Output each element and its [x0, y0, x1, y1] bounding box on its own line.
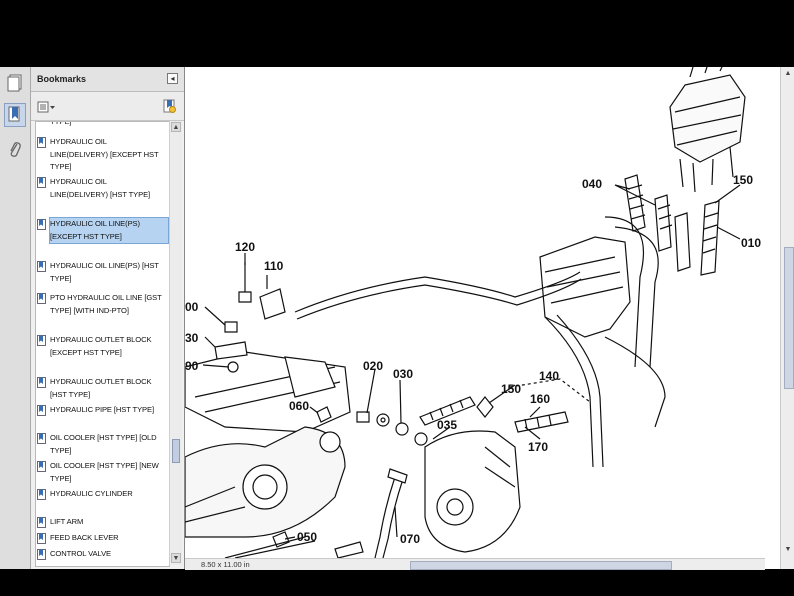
bookmark-page-icon [37, 219, 46, 230]
bookmark-item[interactable]: HYDRAULIC OUTLET BLOCK [HST TYPE] [50, 376, 168, 401]
bookmark-label: OIL COOLER [HST TYPE] [OLD TYPE] [50, 432, 168, 457]
callout-100: 00 [185, 300, 199, 314]
scrollbar-thumb[interactable] [172, 439, 180, 463]
bookmark-item[interactable]: HYDRAULIC PIPE [HST TYPE] [50, 404, 168, 417]
pages-icon[interactable] [4, 71, 26, 95]
callout-070: 070 [400, 532, 420, 546]
bookmark-label: HYDRAULIC OIL LINE(PS) [EXCEPT HST TYPE] [50, 218, 168, 243]
bookmark-label: HYDRAULIC OIL LINE(DELIVERY) [HST TYPE] [50, 176, 168, 201]
bookmark-label: HYDRAULIC OIL LINE(PS) [HST TYPE] [50, 260, 168, 285]
bookmark-page-icon [37, 137, 46, 148]
panel-header: Bookmarks ◂ [31, 67, 184, 92]
bookmarks-panel: Bookmarks ◂ TYPE] HYDRAULIC OIL LINE(DELI… [31, 67, 185, 569]
bookmark-label: FEED BACK LEVER [50, 532, 168, 545]
callout-160: 160 [530, 392, 550, 406]
callout-170: 170 [528, 440, 548, 454]
callout-020: 020 [363, 359, 383, 373]
callout-140: 140 [539, 369, 559, 383]
vertical-scrollbar[interactable]: ▲ ▼ [780, 67, 794, 569]
bookmark-label: HYDRAULIC OIL LINE(DELIVERY) [EXCEPT HST… [50, 136, 168, 174]
bookmark-ribbon-icon[interactable] [4, 103, 26, 127]
bookmark-label: OIL COOLER [HST TYPE] [NEW TYPE] [50, 460, 168, 485]
scroll-down-arrow-icon[interactable]: ▼ [171, 553, 181, 563]
bookmark-page-icon [37, 489, 46, 500]
bookmark-item[interactable]: HYDRAULIC CYLINDER [50, 488, 168, 501]
paperclip-icon[interactable] [4, 137, 26, 161]
panel-title: Bookmarks [37, 74, 86, 84]
bookmark-label: HYDRAULIC OUTLET BLOCK [HST TYPE] [50, 376, 168, 401]
bookmark-item[interactable]: FEED BACK LEVER [50, 532, 168, 545]
bookmark-item[interactable]: LIFT ARM [50, 516, 168, 529]
callout-030: 030 [393, 367, 413, 381]
parts-diagram: 040 150 010 120 110 00 30 90 020 030 140… [185, 67, 794, 558]
callout-150-mid: 150 [501, 382, 521, 396]
bookmark-label: TYPE] [50, 121, 168, 129]
callout-060: 060 [289, 399, 309, 413]
bookmark-item[interactable]: HYDRAULIC OIL LINE(DELIVERY) [HST TYPE] [50, 176, 168, 201]
bookmark-label: HYDRAULIC OUTLET BLOCK [EXCEPT HST TYPE] [50, 334, 168, 359]
callout-120: 120 [235, 240, 255, 254]
document-page[interactable]: 040 150 010 120 110 00 30 90 020 030 140… [185, 67, 794, 569]
bookmark-item[interactable]: PTO HYDRAULIC OIL LINE [GST TYPE] [WITH … [50, 292, 168, 317]
bookmark-page-icon [37, 177, 46, 188]
bookmark-list-scrollbar[interactable]: ▲ ▼ [169, 121, 182, 565]
horizontal-scrollbar[interactable]: 8.50 x 11.00 in [185, 558, 765, 570]
navigation-pane-strip [0, 67, 31, 569]
bookmark-page-icon [37, 293, 46, 304]
pdf-viewer-window: Bookmarks ◂ TYPE] HYDRAULIC OIL LINE(DELI… [0, 67, 794, 569]
callout-040: 040 [582, 177, 602, 191]
bookmark-item[interactable]: CONTROL VALVE [50, 548, 168, 561]
callout-150-top: 150 [733, 173, 753, 187]
bookmark-item[interactable]: HYDRAULIC OIL LINE(PS) [EXCEPT HST TYPE] [50, 218, 168, 243]
bookmark-item[interactable]: HYDRAULIC OIL LINE(PS) [HST TYPE] [50, 260, 168, 285]
bookmark-item[interactable]: HYDRAULIC OIL LINE(DELIVERY) [EXCEPT HST… [50, 136, 168, 174]
bookmark-item[interactable]: TYPE] [50, 121, 168, 129]
bookmark-page-icon [37, 461, 46, 472]
bookmark-page-icon [37, 335, 46, 346]
callout-080: 30 [185, 331, 199, 345]
bookmark-list[interactable]: TYPE] HYDRAULIC OIL LINE(DELIVERY) [EXCEP… [35, 121, 170, 567]
scroll-up-arrow-icon[interactable]: ▲ [171, 122, 181, 132]
new-bookmark-icon[interactable] [162, 99, 176, 113]
bookmark-page-icon [37, 517, 46, 528]
bookmark-page-icon [37, 549, 46, 560]
callout-035: 035 [437, 418, 457, 432]
callout-090: 90 [185, 359, 199, 373]
bookmark-page-icon [37, 261, 46, 272]
bookmark-label: PTO HYDRAULIC OIL LINE [GST TYPE] [WITH … [50, 292, 168, 317]
bookmark-item[interactable]: HYDRAULIC OUTLET BLOCK [EXCEPT HST TYPE] [50, 334, 168, 359]
page-size-label: 8.50 x 11.00 in [201, 560, 250, 569]
bookmark-label: HYDRAULIC PIPE [HST TYPE] [50, 404, 168, 417]
bookmark-page-icon [37, 433, 46, 444]
bookmark-item[interactable]: OIL COOLER [HST TYPE] [OLD TYPE] [50, 432, 168, 457]
bookmark-label: LIFT ARM [50, 516, 168, 529]
callout-110: 110 [264, 259, 284, 273]
bookmark-page-icon [37, 377, 46, 388]
bookmark-page-icon [37, 533, 46, 544]
callout-050: 050 [297, 530, 317, 544]
bookmark-item[interactable]: OIL COOLER [HST TYPE] [NEW TYPE] [50, 460, 168, 485]
bookmark-label: CONTROL VALVE [50, 548, 168, 561]
bookmark-page-icon [37, 405, 46, 416]
collapse-panel-button[interactable]: ◂ [167, 73, 178, 84]
scroll-down-arrow-icon[interactable]: ▼ [783, 545, 793, 555]
callout-010: 010 [741, 236, 761, 250]
options-menu-icon[interactable] [37, 100, 57, 112]
panel-toolbar [31, 92, 184, 121]
horizontal-scroll-thumb[interactable] [410, 561, 672, 570]
bookmark-label: HYDRAULIC CYLINDER [50, 488, 168, 501]
vertical-scroll-thumb[interactable] [784, 247, 794, 389]
scroll-up-arrow-icon[interactable]: ▲ [783, 69, 793, 79]
